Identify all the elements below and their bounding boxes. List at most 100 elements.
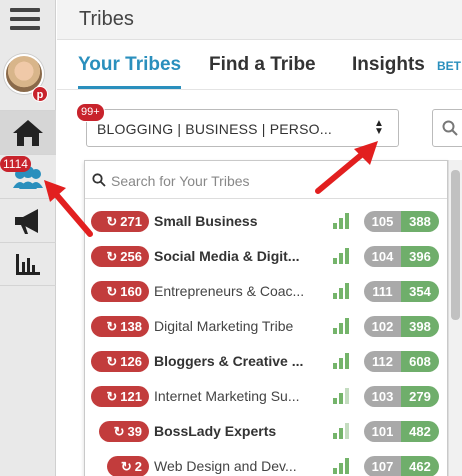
activity-bars-icon [333,248,353,264]
search-icon [442,120,458,136]
refresh-icon: ↻ [106,214,118,229]
tribe-row[interactable]: ↻ 138 Digital Marketing Tribe 102 398 [85,310,447,345]
home-icon [13,119,43,146]
left-sidebar: p 1114 [0,0,56,476]
tribe-name: Small Business [154,213,258,229]
tribe-stats-badge: 105 388 [364,211,439,232]
tribe-select[interactable]: BLOGGING | BUSINESS | PERSO... ▲ ▼ [86,109,399,147]
refresh-icon: ↻ [106,249,118,264]
tribe-name: Web Design and Dev... [154,458,297,474]
refresh-icon: ↻ [106,354,118,369]
reshare-count-badge: ↻ 271 [91,211,149,232]
pinterest-badge-icon: p [32,86,48,102]
reshare-count: 126 [120,354,142,369]
bar-chart-icon [16,254,40,275]
tribe-row[interactable]: ↻ 256 Social Media & Digit... 104 396 [85,240,447,275]
tribe-row[interactable]: ↻ 39 BossLady Experts 101 482 [85,415,447,450]
stat-members: 111 [364,281,401,302]
tribe-name: Social Media & Digit... [154,248,300,264]
stat-members: 103 [364,386,401,407]
tribe-list: ↻ 271 Small Business 105 388 ↻ 256 Social Media… [85,205,447,476]
top-header: Tribes [57,0,462,40]
tribe-stats-badge: 112 608 [364,351,439,372]
tribe-select-value: BLOGGING | BUSINESS | PERSO... [97,121,332,137]
tribes-count-badge: 1114 [0,156,31,172]
stat-pins: 482 [401,421,439,442]
sidebar-item-promote[interactable] [0,198,56,242]
tribe-name: Entrepreneurs & Coac... [154,283,305,299]
refresh-icon: ↻ [106,284,118,299]
dropdown-search-row [85,161,447,199]
tab-bar: Your Tribes Find a Tribe Insights BET [57,40,462,90]
search-button[interactable] [432,109,462,147]
activity-bars-icon [333,388,353,404]
reshare-count-badge: ↻ 256 [91,246,149,267]
reshare-count-badge: ↻ 121 [91,386,149,407]
refresh-icon: ↻ [106,389,118,404]
megaphone-icon [15,208,38,234]
sidebar-item-insights[interactable] [0,242,56,286]
stat-pins: 279 [401,386,439,407]
reshare-count: 138 [120,319,142,334]
reshare-count-badge: ↻ 160 [91,281,149,302]
tribe-row[interactable]: ↻ 271 Small Business 105 388 [85,205,447,240]
tribe-stats-badge: 103 279 [364,386,439,407]
tribe-stats-badge: 102 398 [364,316,439,337]
stat-members: 101 [364,421,401,442]
tribe-name: Bloggers & Creative ... [154,353,304,369]
menu-icon[interactable] [10,8,40,32]
reshare-count: 271 [120,214,142,229]
reshare-count: 121 [120,389,142,404]
stat-members: 105 [364,211,401,232]
tribe-row[interactable]: ↻ 126 Bloggers & Creative ... 112 608 [85,345,447,380]
refresh-icon: ↻ [120,459,132,474]
refresh-icon: ↻ [106,319,118,334]
scrollbar[interactable] [448,160,462,476]
stat-members: 104 [364,246,401,267]
tribe-name: Internet Marketing Su... [154,388,300,404]
sidebar-item-home[interactable] [0,110,56,154]
tribe-row[interactable]: ↻ 121 Internet Marketing Su... 103 279 [85,380,447,415]
search-icon [92,173,106,187]
tab-insights[interactable]: Insights [352,54,425,76]
reshare-count-badge: ↻ 39 [99,421,149,442]
tribe-stats-badge: 111 354 [364,281,439,302]
stat-pins: 396 [401,246,439,267]
tailwind-tribes-page: p 1114 Tribes Your Tribes Find a Tribe I… [0,0,462,476]
reshare-count: 39 [127,424,142,439]
reshare-count: 256 [120,249,142,264]
stat-pins: 398 [401,316,439,337]
tribe-stats-badge: 101 482 [364,421,439,442]
activity-bars-icon [333,458,353,474]
tab-your-tribes[interactable]: Your Tribes [78,54,182,89]
activity-bars-icon [333,283,353,299]
tribe-row[interactable]: ↻ 160 Entrepreneurs & Coac... 111 354 [85,275,447,310]
stat-members: 102 [364,316,401,337]
selector-count-badge: 99+ [76,103,105,122]
tribe-name: Digital Marketing Tribe [154,318,294,334]
refresh-icon: ↻ [113,424,125,439]
reshare-count: 2 [134,459,142,474]
activity-bars-icon [333,423,353,439]
tribe-search-input[interactable] [111,171,411,191]
beta-label: BET [437,59,461,73]
stat-pins: 462 [401,456,439,476]
tribe-dropdown: ↻271Small Business105388↻256Social Media… [84,160,448,476]
activity-bars-icon [333,353,353,369]
reshare-count: 160 [120,284,142,299]
tribe-stats-badge: 107 462 [364,456,439,476]
activity-bars-icon [333,318,353,334]
stat-pins: 388 [401,211,439,232]
activity-bars-icon [333,213,353,229]
stat-members: 107 [364,456,401,476]
tab-find-a-tribe[interactable]: Find a Tribe [209,54,316,76]
scrollbar-thumb[interactable] [451,170,460,320]
stat-pins: 608 [401,351,439,372]
stat-pins: 354 [401,281,439,302]
sort-arrows-icon[interactable]: ▲ ▼ [360,110,398,146]
reshare-count-badge: ↻ 2 [107,456,149,476]
tribe-row[interactable]: ↻ 2 Web Design and Dev... 107 462 [85,450,447,476]
reshare-count-badge: ↻ 126 [91,351,149,372]
tribe-name: BossLady Experts [154,423,277,439]
reshare-count-badge: ↻ 138 [91,316,149,337]
